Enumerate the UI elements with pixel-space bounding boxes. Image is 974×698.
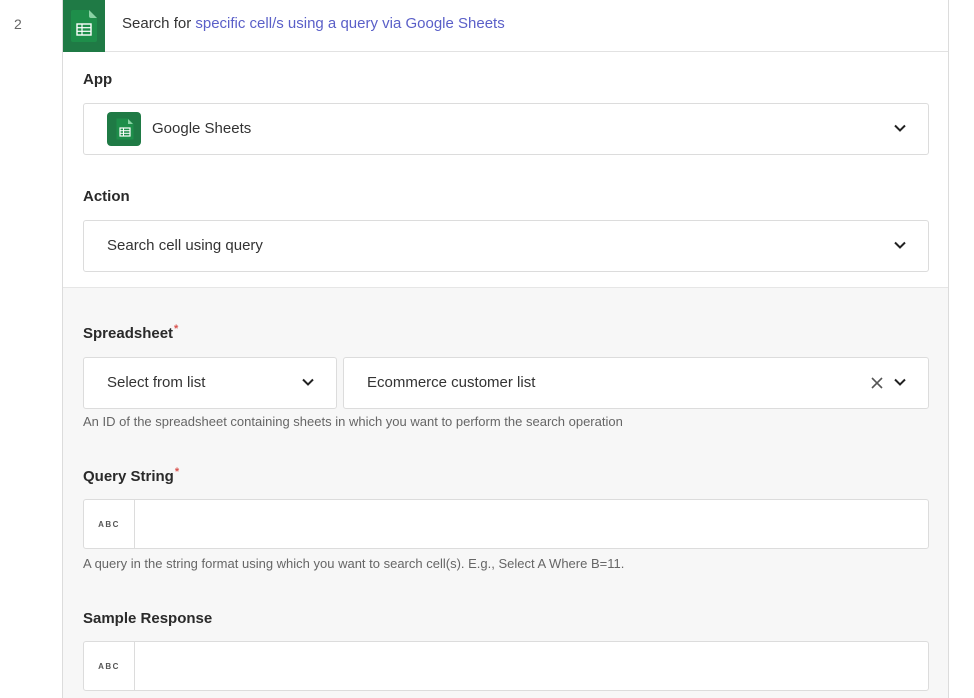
chevron-down-icon[interactable] [300,374,316,390]
query-string-label-text: Query String [83,468,174,485]
step-title-prefix: Search for [122,15,196,32]
spreadsheet-label-text: Spreadsheet [83,325,174,342]
action-label: Action [83,188,130,205]
app-select[interactable]: Google Sheets [83,103,929,155]
action-select-value: Search cell using query [107,237,263,254]
spreadsheet-mode-select[interactable]: Select from list [83,357,337,409]
chevron-down-icon[interactable] [892,374,908,390]
chevron-down-icon[interactable] [892,120,908,136]
chevron-down-icon[interactable] [892,237,908,253]
spreadsheet-select-value: Ecommerce customer list [367,374,536,391]
step-title-link[interactable]: specific cell/s using a query via Google… [195,15,504,32]
step-card: Search for specific cell/s using a query… [62,0,949,698]
google-sheets-icon [71,10,97,47]
step-header[interactable]: Search for specific cell/s using a query… [63,0,948,52]
app-select-value: Google Sheets [152,120,252,137]
spreadsheet-label: Spreadsheet* [83,323,179,342]
required-marker: * [174,466,180,478]
clear-icon[interactable] [870,376,884,390]
app-label: App [83,71,113,88]
required-marker: * [174,323,179,335]
spreadsheet-mode-value: Select from list [107,374,206,391]
spreadsheet-help-text: An ID of the spreadsheet containing shee… [83,414,623,429]
sample-response-label: Sample Response [83,610,213,627]
google-sheets-icon [107,112,141,146]
configuration-panel: Spreadsheet* Select from list Ecommerce … [63,287,948,698]
string-type-badge: ABC [84,642,135,690]
query-string-input[interactable]: ABC [83,499,929,549]
spreadsheet-select[interactable]: Ecommerce customer list [343,357,929,409]
step-number: 2 [14,16,22,32]
step-title: Search for specific cell/s using a query… [122,15,505,32]
action-select[interactable]: Search cell using query [83,220,929,272]
query-string-label: Query String* [83,466,180,485]
sample-response-input[interactable]: ABC [83,641,929,691]
query-string-help-text: A query in the string format using which… [83,556,625,571]
string-type-badge: ABC [84,500,135,548]
